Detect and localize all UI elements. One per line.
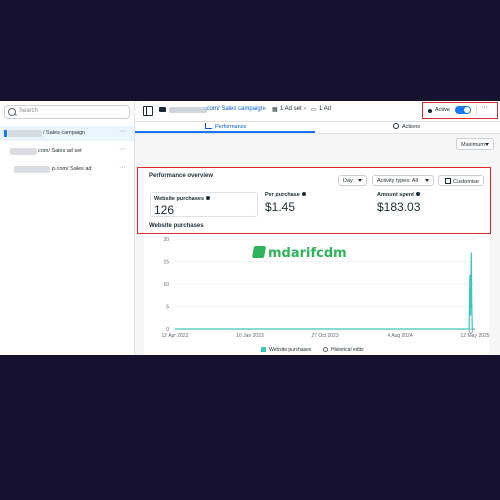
- status-toggle[interactable]: [455, 106, 471, 114]
- series-line-website-purchases: [175, 252, 475, 330]
- customise-icon: [445, 178, 451, 184]
- granularity-value: Day: [343, 178, 353, 184]
- history-icon: [323, 347, 328, 352]
- tab-bar: Performance Actions: [135, 121, 500, 134]
- breadcrumb-ad-set[interactable]: 1 Ad set: [280, 106, 302, 112]
- y-tick-label: 5: [166, 304, 169, 310]
- legend-website-purchases[interactable]: Website purchases: [261, 347, 311, 353]
- activity-types-select[interactable]: Activity types: All: [372, 175, 434, 186]
- metric-label: Amount spent: [377, 192, 414, 198]
- info-icon: [301, 192, 306, 196]
- ads-manager-window: Search / Sales campaign ··· com/ Sales a…: [0, 101, 500, 355]
- more-options-button[interactable]: ···: [119, 164, 126, 171]
- granularity-select[interactable]: Day: [338, 175, 367, 186]
- legend-label: Website purchases: [269, 347, 312, 353]
- blurred-domain: [169, 107, 207, 113]
- chevron-down-icon: [485, 143, 489, 146]
- document-icon: ▭: [311, 107, 317, 113]
- status-dot: [428, 109, 432, 113]
- history-icon: [393, 123, 399, 129]
- sidebar-item-label: com/ Sales ad set: [38, 148, 82, 154]
- toggle-panel-icon[interactable]: [143, 106, 153, 116]
- tab-label: Actions: [402, 124, 421, 130]
- x-tick-label: 27 Oct 2023: [311, 333, 338, 339]
- top-bar: .com/ Sales campaign › ▦ 1 Ad set › ▭ 1 …: [135, 101, 500, 122]
- x-tick-label: 10 Jan 2023: [236, 333, 264, 339]
- blurred-domain: [14, 166, 50, 173]
- info-icon: [415, 192, 420, 196]
- more-options-button[interactable]: ···: [119, 146, 126, 153]
- chart-title: Website purchases: [149, 223, 204, 229]
- main-panel: Maximum Performance overview Day Activit…: [135, 134, 500, 355]
- metric-amount-spent[interactable]: Amount spent $183.03: [377, 192, 420, 220]
- chevron-down-icon: [358, 179, 362, 182]
- folder-icon: [159, 107, 166, 112]
- divider: [476, 106, 477, 115]
- legend-historical-edits[interactable]: Historical edits: [323, 347, 364, 353]
- sidebar: Search / Sales campaign ··· com/ Sales a…: [0, 101, 135, 355]
- search-icon: [8, 108, 16, 116]
- status-label: Active: [435, 107, 450, 113]
- sidebar-item-label: p.com/ Sales ad: [52, 166, 92, 172]
- x-tick-label: 12 May 2025: [461, 333, 490, 339]
- y-tick-label: 0: [166, 327, 169, 333]
- date-range-select[interactable]: Maximum: [456, 138, 494, 150]
- x-tick-label: 4 Aug 2024: [387, 333, 413, 339]
- activity-types-value: Activity types: All: [377, 178, 418, 184]
- blurred-domain: [8, 130, 42, 137]
- customise-button[interactable]: Customise: [438, 175, 484, 186]
- info-icon: [206, 196, 211, 200]
- active-tab-indicator: [135, 131, 315, 133]
- search-placeholder: Search: [19, 108, 39, 114]
- metric-per-purchase[interactable]: Per purchase $1.45: [265, 192, 306, 220]
- x-tick-label: 12 Apr 2022: [162, 333, 189, 339]
- tab-performance[interactable]: Performance: [205, 123, 247, 130]
- watermark: mdarifcdm: [251, 246, 347, 261]
- chevron-down-icon: [425, 179, 429, 182]
- breadcrumb-ad[interactable]: 1 Ad: [319, 106, 331, 112]
- breadcrumb-campaign[interactable]: .com/ Sales campaign: [205, 106, 264, 112]
- sidebar-item-ad[interactable]: p.com/ Sales ad ···: [0, 162, 134, 177]
- watermark-logo-icon: [251, 246, 267, 258]
- more-options-button[interactable]: ···: [119, 128, 126, 135]
- bar-chart-icon: [205, 123, 212, 129]
- tab-actions[interactable]: Actions: [393, 123, 420, 130]
- sidebar-item-label: / Sales campaign: [43, 130, 86, 136]
- tab-label: Performance: [215, 124, 247, 130]
- search-input[interactable]: Search: [4, 105, 130, 119]
- y-tick-label: 10: [163, 282, 169, 288]
- metric-value: $183.03: [377, 200, 421, 214]
- watermark-text: mdarifcdm: [268, 246, 347, 261]
- campaign-marker: [4, 130, 7, 137]
- sidebar-item-campaign[interactable]: / Sales campaign ···: [0, 126, 134, 141]
- metric-value: 126: [154, 203, 175, 217]
- sidebar-item-ad-set[interactable]: com/ Sales ad set ···: [0, 144, 134, 159]
- legend-swatch: [261, 347, 266, 352]
- date-range-value: Maximum: [461, 142, 485, 148]
- metric-label: Website purchases: [154, 196, 205, 202]
- legend-label: Historical edits: [331, 347, 364, 353]
- metric-value: $1.45: [265, 200, 296, 214]
- chevron-right-icon: ›: [264, 106, 266, 112]
- y-tick-label: 15: [163, 259, 169, 265]
- status-toggle-group: Active ···: [422, 102, 498, 119]
- chevron-right-icon: ›: [304, 106, 306, 112]
- metric-website-purchases[interactable]: Website purchases 126: [150, 192, 258, 217]
- metric-label: Per purchase: [265, 192, 300, 198]
- customise-label: Customise: [453, 179, 479, 185]
- grid-icon: ▦: [272, 107, 278, 113]
- more-options-button[interactable]: ···: [481, 104, 488, 111]
- blurred-domain: [10, 148, 37, 155]
- y-tick-label: 20: [163, 237, 169, 243]
- card-title: Performance overview: [149, 173, 214, 179]
- historical-edit-marker: [468, 328, 474, 334]
